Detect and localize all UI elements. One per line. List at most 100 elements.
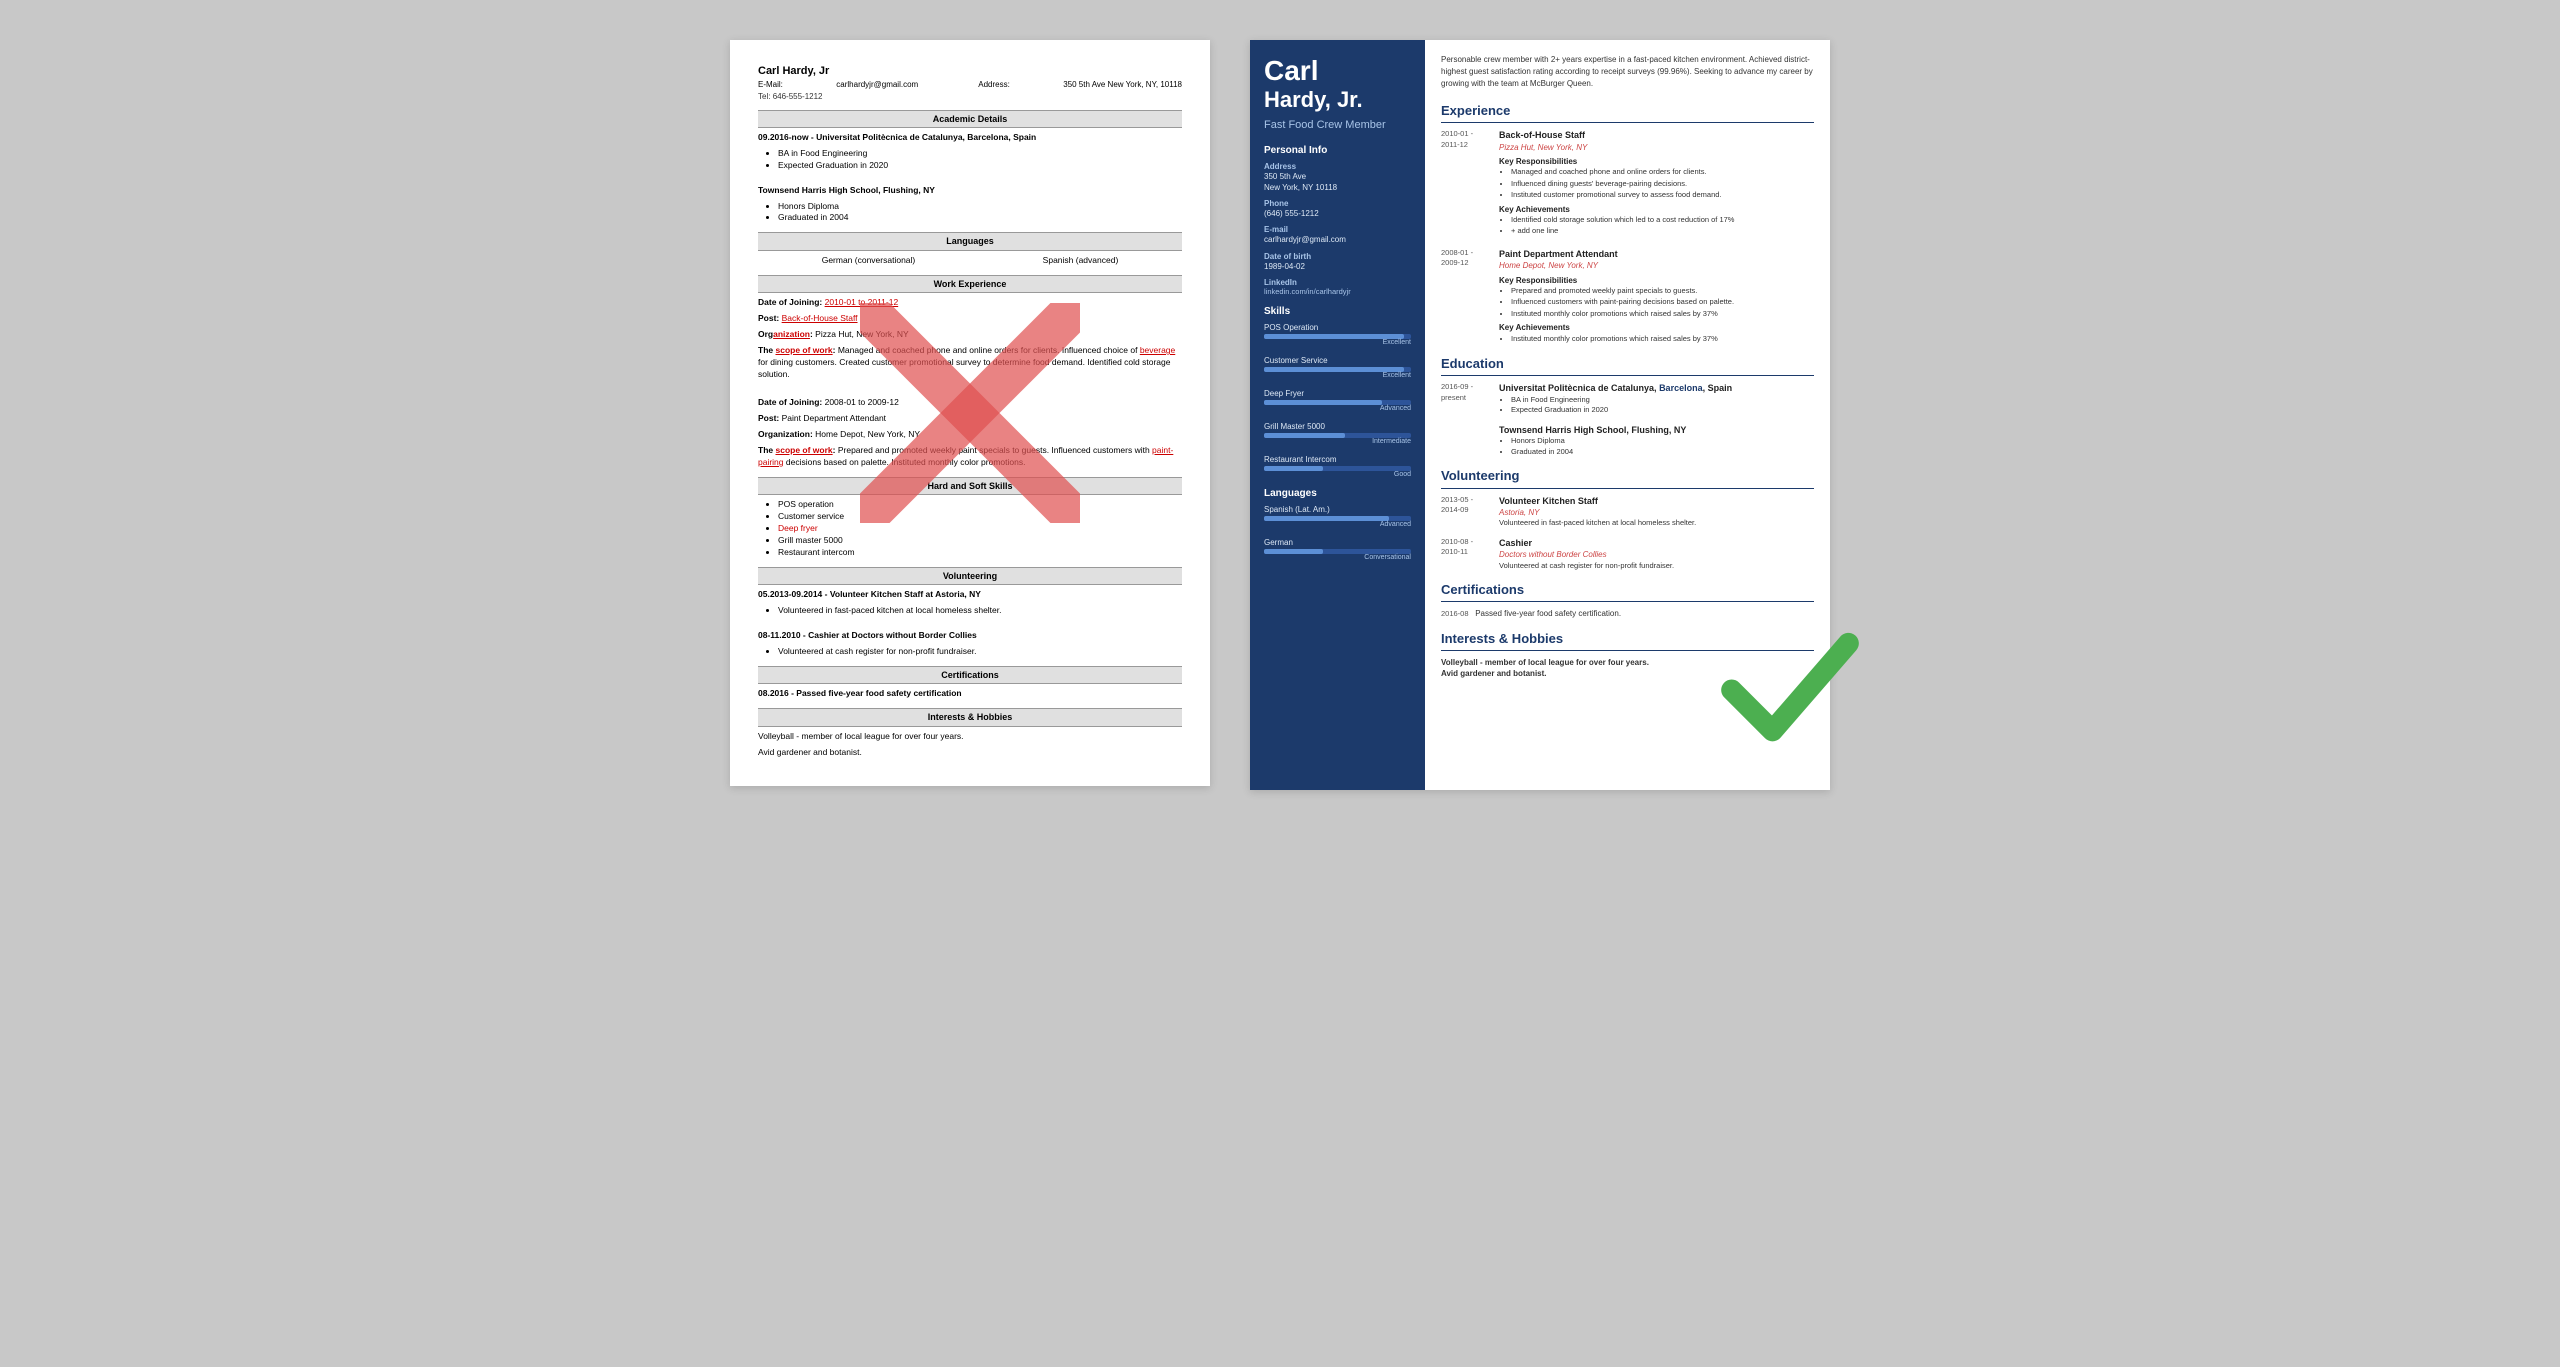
vol-section-title: Volunteering: [1441, 467, 1814, 488]
list-item: Volunteered in fast-paced kitchen at loc…: [778, 605, 1182, 617]
left-vol-2: 08-11.2010 - Cashier at Doctors without …: [758, 630, 1182, 642]
list-item: + add one line: [1511, 226, 1814, 237]
hobby-2: Avid gardener and botanist.: [1441, 668, 1814, 679]
phone-value: (646) 555-1212: [1264, 208, 1411, 219]
vol-entry-1: 2013-05 -2014-09 Volunteer Kitchen Staff…: [1441, 495, 1814, 529]
right-resume: Carl Hardy, Jr. Fast Food Crew Member Pe…: [1250, 40, 1830, 790]
edu-school-2: Townsend Harris High School, Flushing, N…: [1499, 424, 1814, 437]
left-interests-2: Avid gardener and botanist.: [758, 747, 1182, 759]
left-vol-title: Volunteering: [758, 567, 1182, 586]
exp-details-2: Paint Department Attendant Home Depot, N…: [1499, 248, 1814, 345]
left-vol-1: 05.2013-09.2014 - Volunteer Kitchen Staf…: [758, 589, 1182, 601]
left-skills-title: Hard and Soft Skills: [758, 477, 1182, 496]
lang-spanish: Spanish (Lat. Am.) Advanced: [1264, 505, 1411, 528]
left-cert-entry: 08.2016 - Passed five-year food safety c…: [758, 688, 1182, 700]
list-item: Grill master 5000: [778, 535, 1182, 547]
languages-header: Languages: [1264, 488, 1411, 499]
hobby-1: Volleyball - member of local league for …: [1441, 657, 1814, 668]
skill-grill-master: Grill Master 5000 Intermediate: [1264, 422, 1411, 445]
vol-title-2: Cashier: [1499, 537, 1814, 550]
list-item: Expected Graduation in 2020: [778, 160, 1182, 172]
exp-ach-header-2: Key Achievements: [1499, 322, 1814, 333]
exp-title-2: Paint Department Attendant: [1499, 248, 1814, 261]
list-item: Deep fryer: [778, 523, 1182, 535]
left-work-1-post: Post: Back-of-House Staff: [758, 313, 1182, 325]
skill-restaurant-intercom: Restaurant Intercom Good: [1264, 455, 1411, 478]
exp-company-2: Home Depot, New York, NY: [1499, 260, 1814, 271]
left-resume: Carl Hardy, Jr E-Mail: carlhardyjr@gmail…: [730, 40, 1210, 786]
exp-entry-2: 2008-01 -2009-12 Paint Department Attend…: [1441, 248, 1814, 345]
exp-details-1: Back-of-House Staff Pizza Hut, New York,…: [1499, 129, 1814, 238]
left-address-label: Address:: [978, 79, 1010, 90]
vol-entry-2: 2010-08 -2010-11 Cashier Doctors without…: [1441, 537, 1814, 571]
left-languages: German (conversational) Spanish (advance…: [758, 255, 1182, 267]
list-item: Influenced dining guests' beverage-pairi…: [1511, 179, 1814, 190]
left-address: 350 5th Ave New York, NY, 10118: [1063, 79, 1182, 90]
left-cert-title: Certifications: [758, 666, 1182, 685]
left-vol-2-items: Volunteered at cash register for non-pro…: [758, 646, 1182, 658]
vol-org-1: Astoria, NY: [1499, 507, 1814, 518]
cert-text: Passed five-year food safety certificati…: [1475, 609, 1621, 618]
address-value: 350 5th AveNew York, NY 10118: [1264, 171, 1411, 193]
list-item: Managed and coached phone and online ord…: [1511, 167, 1814, 178]
list-item: Instituted monthly color promotions whic…: [1511, 309, 1814, 320]
exp-resp-header-2: Key Responsibilities: [1499, 275, 1814, 286]
first-name: Carl: [1264, 56, 1411, 87]
job-title: Fast Food Crew Member: [1264, 119, 1411, 131]
cert-entry: 2016-08 Passed five-year food safety cer…: [1441, 608, 1814, 620]
exp-section-title: Experience: [1441, 102, 1814, 123]
list-item: Prepared and promoted weekly paint speci…: [1511, 286, 1814, 297]
list-item: Expected Graduation in 2020: [1511, 405, 1814, 416]
left-lang-1: German (conversational): [822, 255, 916, 267]
left-vol-1-items: Volunteered in fast-paced kitchen at loc…: [758, 605, 1182, 617]
phone-label: Phone: [1264, 199, 1411, 208]
edu-section-title: Education: [1441, 355, 1814, 376]
exp-ach-header-1: Key Achievements: [1499, 204, 1814, 215]
address-label: Address: [1264, 162, 1411, 171]
exp-dates-2: 2008-01 -2009-12: [1441, 248, 1491, 345]
intro-text: Personable crew member with 2+ years exp…: [1441, 54, 1814, 90]
lang-german: German Conversational: [1264, 538, 1411, 561]
interests-section-title: Interests & Hobbies: [1441, 630, 1814, 651]
left-academic-2: Townsend Harris High School, Flushing, N…: [758, 185, 1182, 197]
exp-resp-list-2: Prepared and promoted weekly paint speci…: [1499, 286, 1814, 320]
dob-label: Date of birth: [1264, 252, 1411, 261]
vol-title-1: Volunteer Kitchen Staff: [1499, 495, 1814, 508]
cert-date: 2016-08: [1441, 609, 1469, 618]
edu-details-1: Universitat Politècnica de Catalunya, Ba…: [1499, 382, 1814, 416]
list-item: Identified cold storage solution which l…: [1511, 215, 1814, 226]
skill-customer-service: Customer Service Excellent: [1264, 356, 1411, 379]
edu-items-1: BA in Food Engineering Expected Graduati…: [1499, 395, 1814, 416]
left-academic-1: 09.2016-now - Universitat Politècnica de…: [758, 132, 1182, 144]
email-label: E-mail: [1264, 225, 1411, 234]
list-item: Graduated in 2004: [778, 212, 1182, 224]
left-email: carlhardyjr@gmail.com: [836, 79, 918, 90]
cert-section-title: Certifications: [1441, 581, 1814, 602]
vol-desc-2: Volunteered at cash register for non-pro…: [1499, 561, 1814, 572]
name-block: Carl Hardy, Jr. Fast Food Crew Member: [1264, 56, 1411, 131]
list-item: Graduated in 2004: [1511, 447, 1814, 458]
edu-details-2: Townsend Harris High School, Flushing, N…: [1499, 424, 1814, 458]
edu-dates-2: [1441, 424, 1491, 458]
edu-school-1: Universitat Politècnica de Catalunya, Ba…: [1499, 382, 1814, 395]
list-item: Customer service: [778, 511, 1182, 523]
exp-ach-list-2: Instituted monthly color promotions whic…: [1499, 334, 1814, 345]
left-work-1-dates: Date of Joining: 2010-01 to 2011-12: [758, 297, 1182, 309]
left-interests-title: Interests & Hobbies: [758, 708, 1182, 727]
list-item: Restaurant intercom: [778, 547, 1182, 559]
left-skills-list: POS operation Customer service Deep frye…: [758, 499, 1182, 558]
list-item: BA in Food Engineering: [1511, 395, 1814, 406]
edu-dates-1: 2016-09 -present: [1441, 382, 1491, 416]
left-work-2-org: Organization: Home Depot, New York, NY: [758, 429, 1182, 441]
vol-details-2: Cashier Doctors without Border Collies V…: [1499, 537, 1814, 571]
exp-resp-list-1: Managed and coached phone and online ord…: [1499, 167, 1814, 201]
list-item: Honors Diploma: [778, 201, 1182, 213]
linkedin-value: linkedin.com/in/carlhardyjr: [1264, 287, 1411, 296]
vol-details-1: Volunteer Kitchen Staff Astoria, NY Volu…: [1499, 495, 1814, 529]
vol-org-2: Doctors without Border Collies: [1499, 549, 1814, 560]
list-item: Honors Diploma: [1511, 436, 1814, 447]
left-lang-2: Spanish (advanced): [1043, 255, 1119, 267]
left-interests-1: Volleyball - member of local league for …: [758, 731, 1182, 743]
vol-desc-1: Volunteered in fast-paced kitchen at loc…: [1499, 518, 1814, 529]
left-languages-title: Languages: [758, 232, 1182, 251]
